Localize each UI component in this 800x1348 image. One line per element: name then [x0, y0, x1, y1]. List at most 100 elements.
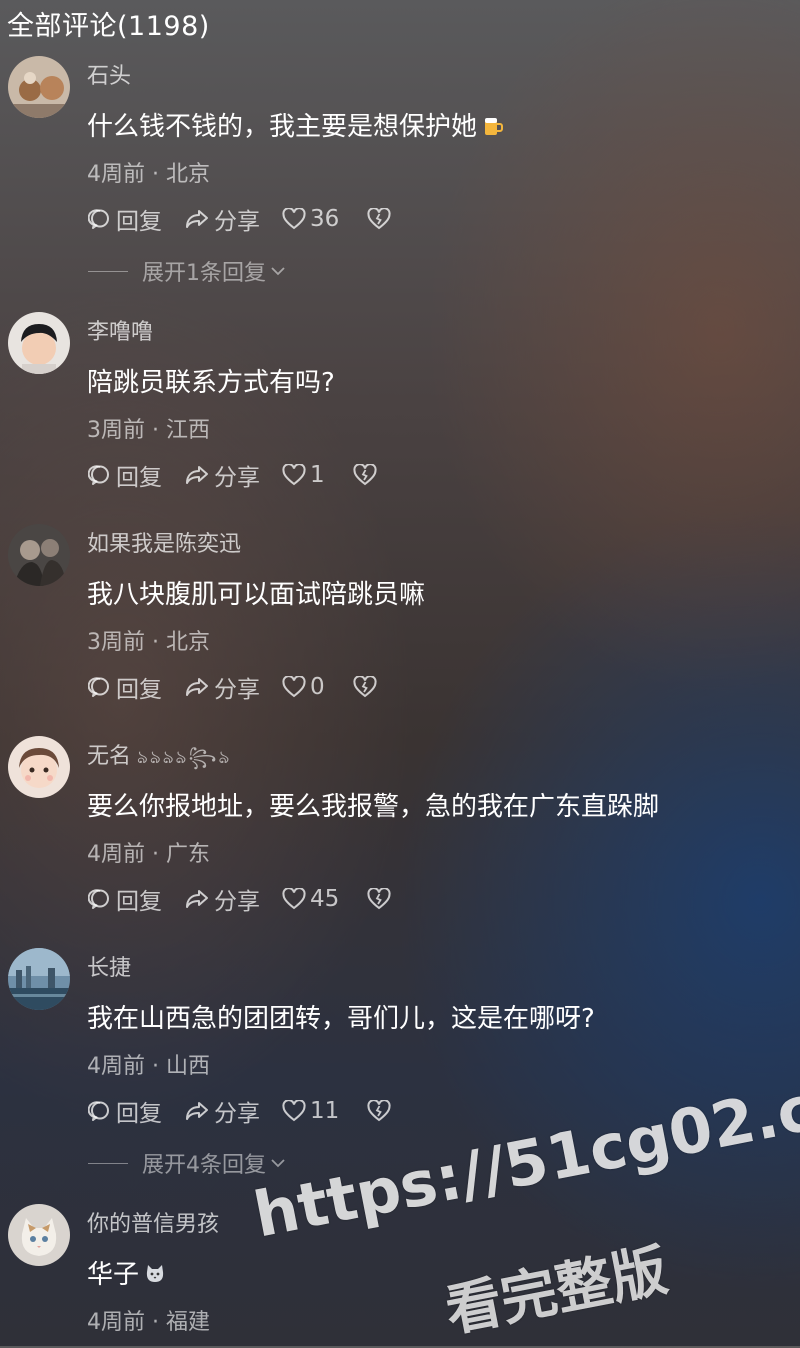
comment-username[interactable]: 如果我是陈奕迅 — [87, 526, 241, 558]
comment-text: 我在山西急的团团转，哥们儿，这是在哪呀? — [87, 1004, 595, 1034]
like-button[interactable]: 36 — [282, 206, 339, 232]
comment-item: 李噜噜 陪跳员联系方式有吗? 3周前 · 江西 回复 分享 1 — [0, 312, 800, 524]
comment-username[interactable]: 长捷 — [87, 950, 131, 982]
share-button[interactable]: 分享 — [184, 670, 260, 704]
comment-meta: 4周前 · 山西 — [87, 1054, 210, 1079]
comment-text-content: 什么钱不钱的，我主要是想保护她 — [87, 112, 478, 142]
comment-text-content: 华子 — [87, 1260, 140, 1290]
avatar[interactable] — [8, 736, 70, 798]
chevron-down-icon — [271, 267, 285, 276]
reply-label: 回复 — [116, 1101, 162, 1127]
comment-username[interactable]: 你的普信男孩 — [87, 1206, 219, 1238]
comment-actions: 回复 分享 0 — [88, 670, 403, 704]
reply-label: 回复 — [116, 209, 162, 235]
share-label: 分享 — [214, 1101, 260, 1127]
reply-icon — [88, 209, 109, 229]
reply-label: 回复 — [116, 889, 162, 915]
share-label: 分享 — [214, 209, 260, 235]
reply-icon — [88, 677, 109, 697]
divider — [88, 1162, 128, 1164]
share-button[interactable]: 分享 — [184, 1094, 260, 1128]
share-button[interactable]: 分享 — [184, 202, 260, 236]
like-count: 1 — [310, 462, 325, 488]
username-text: 无名 — [87, 744, 132, 769]
reply-button[interactable]: 回复 — [88, 1094, 162, 1128]
comment-item: 长捷 我在山西急的团团转，哥们儿，这是在哪呀? 4周前 · 山西 回复 分享 1… — [0, 948, 800, 1178]
dislike-button[interactable] — [353, 676, 381, 698]
heart-icon — [282, 888, 306, 910]
heart-icon — [282, 1100, 306, 1122]
heart-icon — [282, 464, 306, 486]
comment-meta: 3周前 · 北京 — [87, 630, 210, 655]
comment-text: 我八块腹肌可以面试陪跳员嘛 — [87, 580, 426, 610]
comment-actions: 回复 分享 36 — [88, 202, 417, 236]
comment-username[interactable]: 无名 ঌঌঌঌ꧂ঌ — [87, 738, 231, 780]
share-label: 分享 — [214, 465, 260, 491]
comment-item: 石头 什么钱不钱的，我主要是想保护她 4周前 · 北京 回复 分享 36 展开1… — [0, 56, 800, 286]
reply-icon — [88, 1101, 109, 1121]
beer-icon — [481, 114, 505, 138]
comment-text: 要么你报地址，要么我报警，急的我在广东直跺脚 — [87, 792, 660, 822]
expand-label: 展开4条回复 — [142, 1153, 266, 1178]
reply-label: 回复 — [116, 465, 162, 491]
share-icon — [186, 466, 208, 484]
heart-icon — [282, 676, 306, 698]
comment-meta: 4周前 · 广东 — [87, 842, 210, 867]
avatar[interactable] — [8, 56, 70, 118]
dislike-button[interactable] — [367, 888, 395, 910]
share-icon — [186, 678, 208, 696]
expand-label: 展开1条回复 — [142, 261, 266, 286]
comment-item: 如果我是陈奕迅 我八块腹肌可以面试陪跳员嘛 3周前 · 北京 回复 分享 0 — [0, 524, 800, 736]
comment-meta: 3周前 · 江西 — [87, 418, 210, 443]
like-button[interactable]: 11 — [282, 1098, 339, 1124]
avatar[interactable] — [8, 524, 70, 586]
share-label: 分享 — [214, 677, 260, 703]
dislike-button[interactable] — [367, 1100, 395, 1122]
reply-button[interactable]: 回复 — [88, 670, 162, 704]
like-count: 36 — [310, 206, 340, 232]
comment-text: 华子 — [87, 1254, 167, 1291]
comment-actions: 回复 分享 11 — [88, 1094, 417, 1128]
comments-header: 全部评论(1198) — [7, 11, 210, 42]
username-decoration: ঌঌঌঌ꧂ঌ — [137, 747, 232, 768]
like-count: 45 — [310, 886, 340, 912]
comment-text: 什么钱不钱的，我主要是想保护她 — [87, 106, 505, 143]
like-button[interactable]: 45 — [282, 886, 339, 912]
avatar[interactable] — [8, 1204, 70, 1266]
reply-label: 回复 — [116, 677, 162, 703]
share-icon — [186, 210, 208, 228]
share-icon — [186, 1102, 208, 1120]
like-count: 11 — [310, 1098, 340, 1124]
broken-heart-icon — [367, 1100, 391, 1122]
reply-icon — [88, 465, 109, 485]
comment-text: 陪跳员联系方式有吗? — [87, 368, 335, 398]
expand-replies-button[interactable]: 展开4条回复 — [88, 1147, 286, 1179]
dislike-button[interactable] — [353, 464, 381, 486]
comment-actions: 回复 分享 45 — [88, 882, 417, 916]
avatar[interactable] — [8, 312, 70, 374]
comment-actions: 回复 分享 1 — [88, 458, 403, 492]
reply-button[interactable]: 回复 — [88, 882, 162, 916]
broken-heart-icon — [367, 208, 391, 230]
share-button[interactable]: 分享 — [184, 458, 260, 492]
reply-icon — [88, 889, 109, 909]
dislike-button[interactable] — [367, 208, 395, 230]
comment-meta: 4周前 · 北京 — [87, 162, 210, 187]
comment-username[interactable]: 李噜噜 — [87, 314, 153, 346]
expand-replies-button[interactable]: 展开1条回复 — [88, 255, 286, 287]
reply-button[interactable]: 回复 — [88, 458, 162, 492]
share-icon — [186, 890, 208, 908]
reply-button[interactable]: 回复 — [88, 202, 162, 236]
comment-item: 无名 ঌঌঌঌ꧂ঌ 要么你报地址，要么我报警，急的我在广东直跺脚 4周前 · 广东… — [0, 736, 800, 948]
share-label: 分享 — [214, 889, 260, 915]
like-button[interactable]: 1 — [282, 462, 325, 488]
like-button[interactable]: 0 — [282, 674, 325, 700]
divider — [88, 270, 128, 272]
share-button[interactable]: 分享 — [184, 882, 260, 916]
comment-username[interactable]: 石头 — [87, 58, 131, 90]
avatar[interactable] — [8, 948, 70, 1010]
heart-icon — [282, 208, 306, 230]
chevron-down-icon — [271, 1159, 285, 1168]
broken-heart-icon — [353, 676, 377, 698]
broken-heart-icon — [353, 464, 377, 486]
